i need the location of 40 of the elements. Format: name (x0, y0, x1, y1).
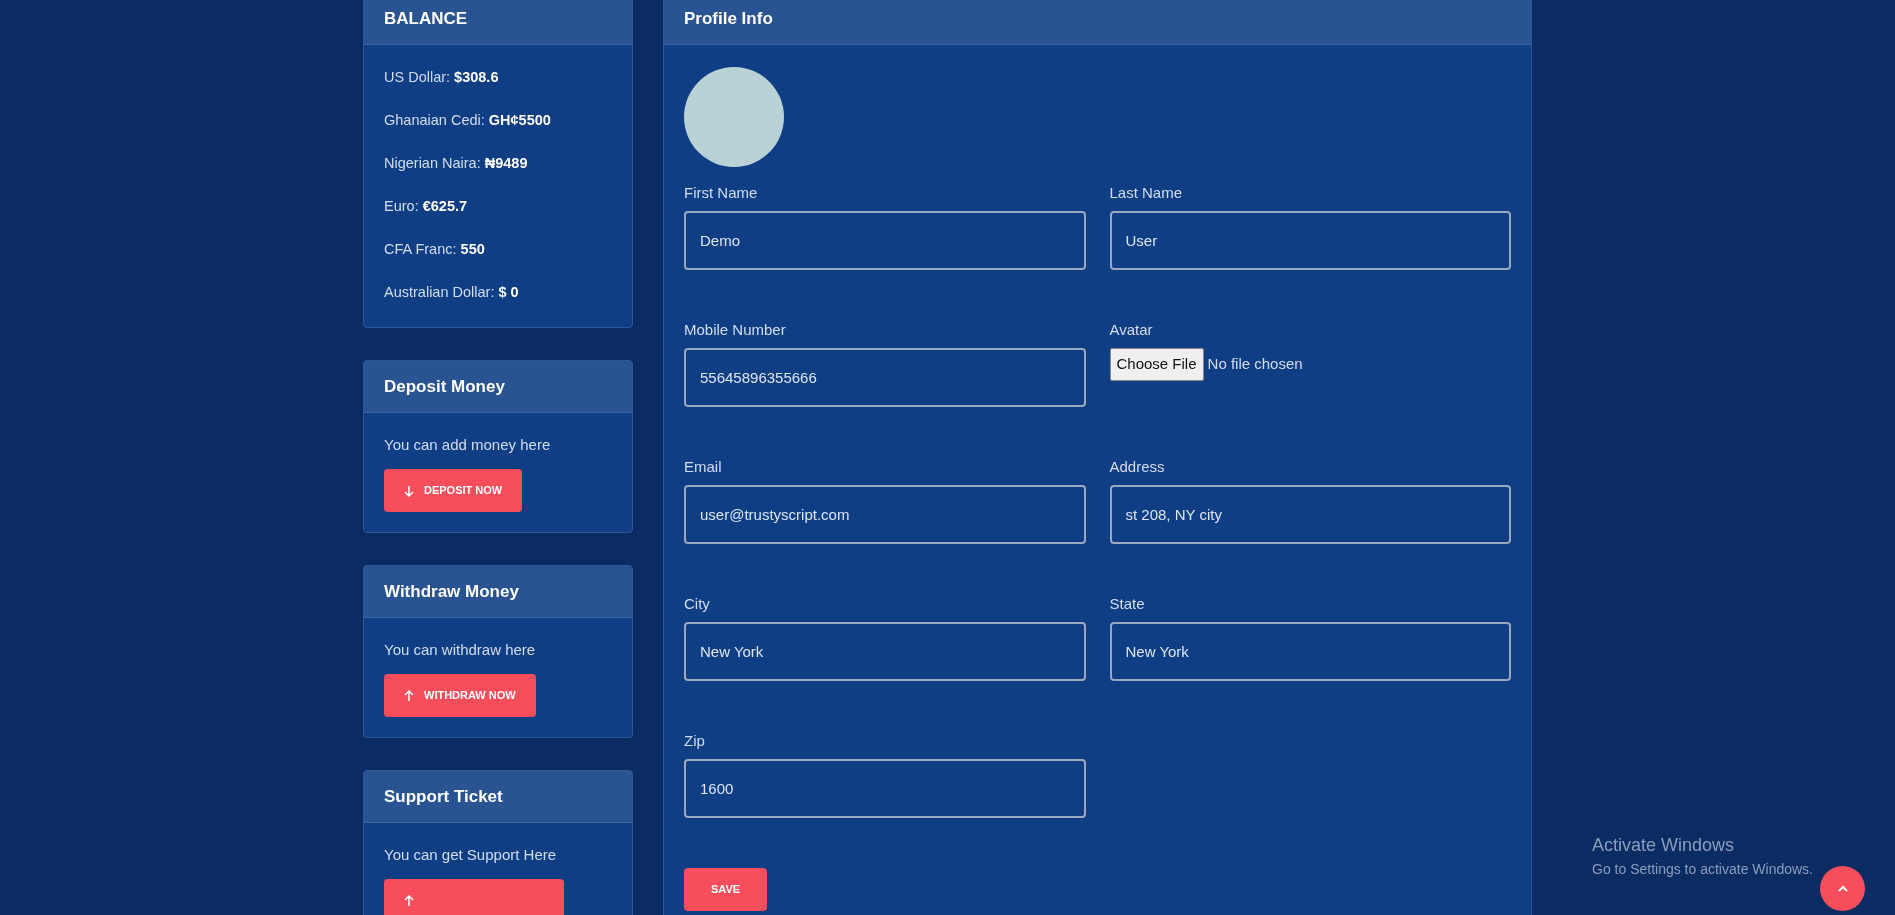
field-label: Mobile Number (684, 320, 787, 340)
activation-text: Go to Settings to activate Windows. (1592, 860, 1813, 879)
input-field[interactable]: user@trustyscript.com (684, 485, 1086, 544)
input-field[interactable]: 55645896355666 (684, 348, 1086, 407)
chevron-up-icon (1836, 884, 1849, 893)
arrow-up-icon (404, 894, 414, 907)
card-text: You can get Support Here (384, 845, 558, 865)
balance-line: Ghanaian Cedi: GH¢5500 (384, 111, 552, 130)
input-field[interactable]: New York (1109, 622, 1511, 681)
field-label: Avatar (1109, 320, 1154, 340)
scroll-top-button[interactable] (1820, 866, 1865, 911)
field-label: State (1109, 594, 1146, 614)
choose-file-button[interactable]: Choose File (1109, 348, 1204, 381)
input-field[interactable]: 1600 (684, 759, 1086, 818)
input-field[interactable]: Demo (684, 211, 1086, 270)
arrow-up-icon (404, 689, 414, 702)
card-title: Deposit Money (364, 361, 632, 413)
balance-line: CFA Franc: 550 (384, 240, 486, 259)
input-field[interactable]: st 208, NY city (1109, 485, 1511, 544)
arrow-down-icon (404, 484, 414, 497)
activation-title: Activate Windows (1592, 834, 1736, 857)
card-text: You can add money here (384, 435, 552, 455)
input-field[interactable]: New York (684, 622, 1086, 681)
balance-line: Australian Dollar: $ 0 (384, 283, 520, 302)
field-label: City (684, 594, 711, 614)
card-title: Support Ticket (364, 771, 632, 823)
balance-line: US Dollar: $308.6 (384, 68, 500, 87)
field-label: Zip (684, 731, 706, 751)
input-field[interactable]: User (1109, 211, 1511, 270)
field-label: Address (1109, 457, 1166, 477)
balance-line: Euro: €625.7 (384, 197, 469, 216)
card-title: BALANCE (364, 0, 632, 45)
card-title: Withdraw Money (364, 566, 632, 618)
field-label: Email (684, 457, 723, 477)
file-status: No file chosen (1207, 354, 1303, 374)
field-label: Last Name (1109, 183, 1184, 203)
card-title: Profile Info (664, 0, 1531, 45)
balance-line: Nigerian Naira: ₦9489 (384, 154, 529, 173)
field-label: First Name (684, 183, 759, 203)
card-text: You can withdraw here (384, 640, 537, 660)
